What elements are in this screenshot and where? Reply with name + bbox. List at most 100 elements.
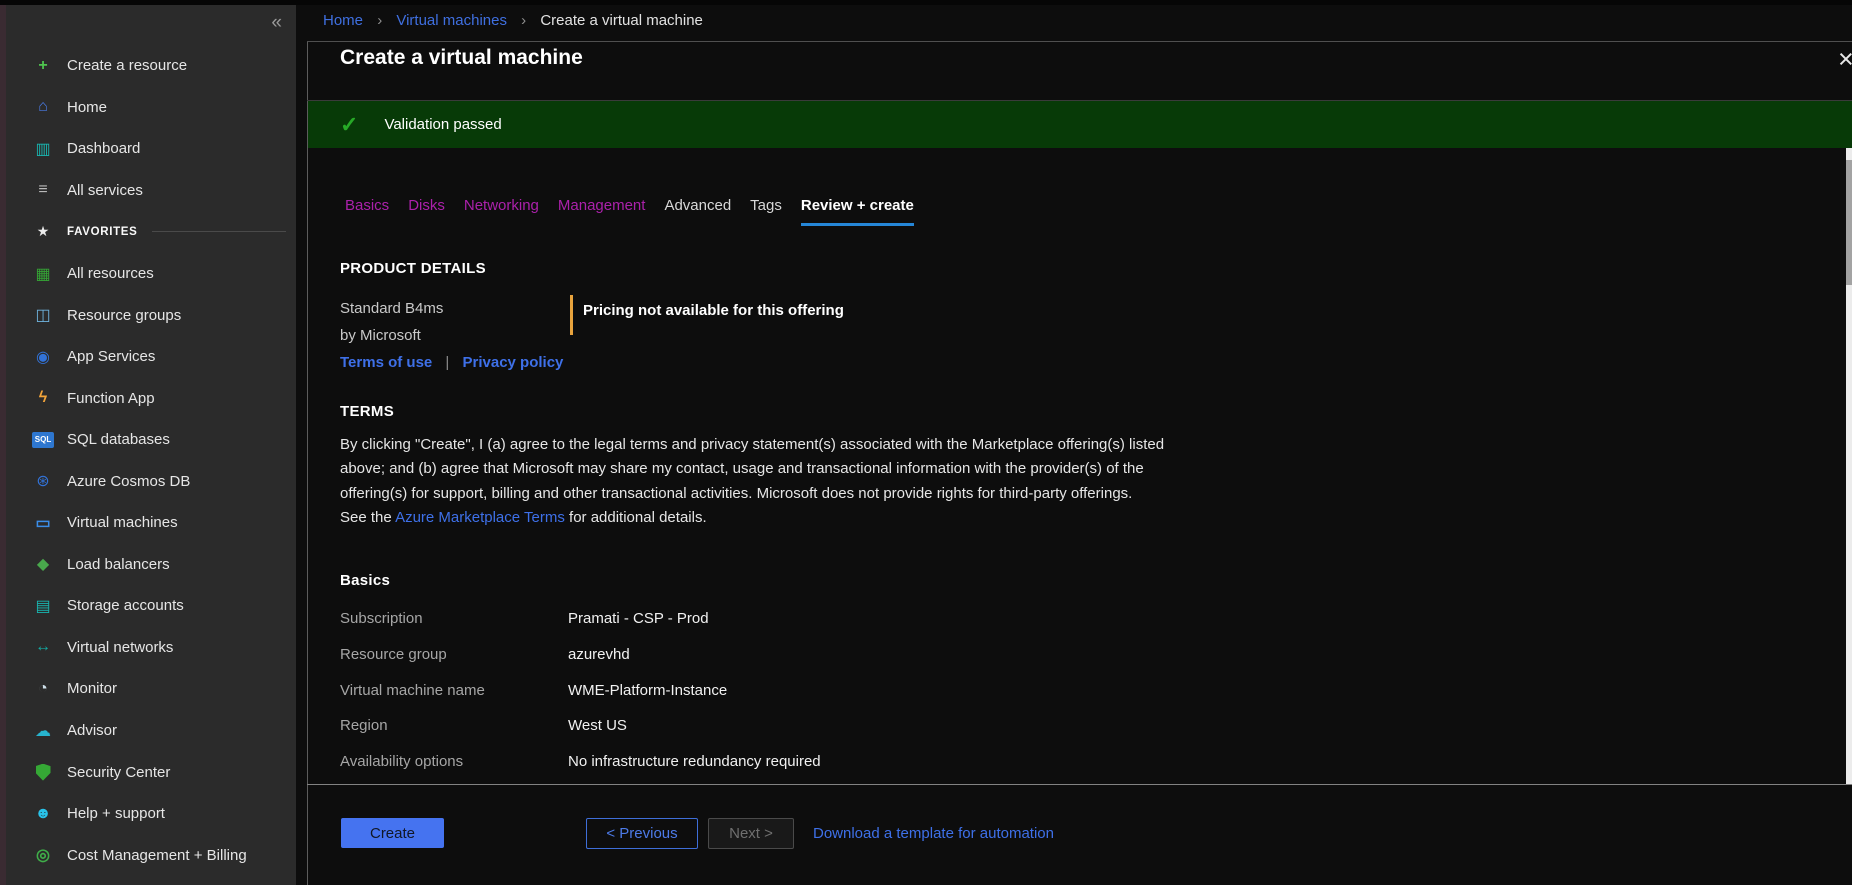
- sidebar-item-label: App Services: [67, 348, 155, 365]
- row-label: Availability options: [340, 753, 568, 770]
- tab-tags[interactable]: Tags: [750, 197, 782, 226]
- create-button[interactable]: Create: [341, 818, 444, 848]
- sidebar-item-label: Azure Cosmos DB: [67, 473, 190, 490]
- terms-of-use-link[interactable]: Terms of use: [340, 354, 432, 371]
- sidebar-item-dashboard[interactable]: ▥ Dashboard: [6, 128, 296, 170]
- tab-disks[interactable]: Disks: [408, 197, 445, 226]
- product-name: Standard B4ms: [340, 300, 443, 317]
- sidebar-item-label: Resource groups: [67, 307, 181, 324]
- sidebar-item-virtual-machines[interactable]: ▭ Virtual machines: [6, 502, 296, 544]
- row-value: No infrastructure redundancy required: [568, 753, 821, 770]
- cloud-icon: ☁: [32, 721, 54, 741]
- diamond-icon: ◆: [32, 554, 54, 574]
- pricing-accent-bar: [570, 295, 573, 335]
- sidebar-item-help-support[interactable]: ☻ Help + support: [6, 793, 296, 835]
- privacy-policy-link[interactable]: Privacy policy: [463, 354, 564, 371]
- basics-heading: Basics: [340, 572, 390, 589]
- tab-advanced[interactable]: Advanced: [664, 197, 731, 226]
- row-label: Region: [340, 717, 568, 734]
- table-row: Availability options No infrastructure r…: [340, 744, 1290, 780]
- row-label: Resource group: [340, 646, 568, 663]
- terms-line: offering(s) for support, billing and oth…: [340, 482, 1440, 506]
- row-value: WME-Platform-Instance: [568, 682, 727, 699]
- tab-basics[interactable]: Basics: [345, 197, 389, 226]
- row-value: azurevhd: [568, 646, 630, 663]
- row-value: Pramati - CSP - Prod: [568, 610, 709, 627]
- sidebar-item-label: All services: [67, 182, 143, 199]
- sidebar-item-app-services[interactable]: ◉ App Services: [6, 336, 296, 378]
- home-icon: ⌂: [32, 98, 54, 116]
- sidebar-item-cost-management-billing[interactable]: ◎ Cost Management + Billing: [6, 834, 296, 876]
- favorites-label: FAVORITES: [67, 226, 138, 238]
- row-value: West US: [568, 717, 627, 734]
- gauge-icon: ◔: [32, 680, 54, 698]
- breadcrumb-virtual-machines-link[interactable]: Virtual machines: [396, 12, 507, 29]
- network-icon: ↔: [32, 638, 54, 656]
- table-row: Subscription Pramati - CSP - Prod: [340, 601, 1290, 637]
- sidebar-item-label: Monitor: [67, 680, 117, 697]
- sidebar-item-virtual-networks[interactable]: ↔ Virtual networks: [6, 627, 296, 669]
- chevron-right-icon: ›: [521, 12, 526, 29]
- sidebar-item-azure-cosmos-db[interactable]: ⊛ Azure Cosmos DB: [6, 460, 296, 502]
- dollar-ring-icon: ◎: [32, 845, 54, 865]
- breadcrumb: Home › Virtual machines › Create a virtu…: [323, 12, 703, 29]
- scrollbar-thumb[interactable]: [1846, 160, 1852, 285]
- sidebar-item-monitor[interactable]: ◔ Monitor: [6, 668, 296, 710]
- sidebar-item-label: Function App: [67, 390, 155, 407]
- sidebar-item-all-resources[interactable]: ▦ All resources: [6, 253, 296, 295]
- download-template-link[interactable]: Download a template for automation: [813, 825, 1054, 842]
- sidebar-item-create-a-resource[interactable]: + Create a resource: [6, 45, 296, 87]
- shield-icon: [36, 764, 51, 781]
- sidebar-item-label: Home: [67, 99, 107, 116]
- grid-icon: ▦: [32, 264, 54, 284]
- divider: [307, 41, 1852, 42]
- tab-management[interactable]: Management: [558, 197, 646, 226]
- pricing-note: Pricing not available for this offering: [583, 302, 844, 319]
- sidebar-item-label: Advisor: [67, 722, 117, 739]
- table-row: Resource group azurevhd: [340, 637, 1290, 673]
- sidebar-item-home[interactable]: ⌂ Home: [6, 87, 296, 129]
- chevron-right-icon: ›: [377, 12, 382, 29]
- sidebar-item-sql-databases[interactable]: SQL SQL databases: [6, 419, 296, 461]
- product-links: Terms of use | Privacy policy: [340, 354, 563, 371]
- basics-summary: Subscription Pramati - CSP - Prod Resour…: [340, 601, 1290, 779]
- product-details-heading: PRODUCT DETAILS: [340, 260, 486, 277]
- sidebar-item-security-center[interactable]: Security Center: [6, 751, 296, 793]
- wizard-tabs: Basics Disks Networking Management Advan…: [345, 197, 914, 226]
- close-icon[interactable]: ×: [1838, 44, 1852, 75]
- sidebar-item-function-app[interactable]: ϟ Function App: [6, 377, 296, 419]
- sidebar-item-load-balancers[interactable]: ◆ Load balancers: [6, 544, 296, 586]
- azure-marketplace-terms-link[interactable]: Azure Marketplace Terms: [395, 509, 565, 526]
- sidebar-item-label: SQL databases: [67, 431, 170, 448]
- top-strip: [0, 0, 1852, 5]
- terms-heading: TERMS: [340, 403, 394, 420]
- sidebar-item-resource-groups[interactable]: ◫ Resource groups: [6, 294, 296, 336]
- sidebar-item-label: Security Center: [67, 764, 170, 781]
- terms-line: By clicking "Create", I (a) agree to the…: [340, 433, 1440, 457]
- favorites-header: ★ FAVORITES: [6, 211, 296, 253]
- divider: [152, 231, 286, 232]
- terms-line: above; and (b) agree that Microsoft may …: [340, 457, 1440, 481]
- collapse-sidebar-icon[interactable]: «: [271, 12, 282, 34]
- plus-icon: +: [32, 57, 54, 75]
- tab-networking[interactable]: Networking: [464, 197, 539, 226]
- validation-banner: ✓ Validation passed: [308, 101, 1852, 148]
- sidebar-item-label: Help + support: [67, 805, 165, 822]
- row-label: Virtual machine name: [340, 682, 568, 699]
- panel-left-border: [307, 42, 308, 885]
- next-button[interactable]: Next >: [708, 818, 794, 849]
- terms-line-prefix: See the: [340, 509, 395, 526]
- row-label: Subscription: [340, 610, 568, 627]
- terms-paragraph: By clicking "Create", I (a) agree to the…: [340, 433, 1440, 530]
- tab-review-create[interactable]: Review + create: [801, 197, 914, 226]
- scrollbar-track[interactable]: [1846, 148, 1852, 784]
- sidebar-item-storage-accounts[interactable]: ▤ Storage accounts: [6, 585, 296, 627]
- previous-button[interactable]: < Previous: [586, 818, 698, 849]
- sidebar-item-advisor[interactable]: ☁ Advisor: [6, 710, 296, 752]
- sidebar-item-all-services[interactable]: ≡ All services: [6, 170, 296, 212]
- table-row: Virtual machine name WME-Platform-Instan…: [340, 672, 1290, 708]
- sidebar-item-label: Virtual networks: [67, 639, 173, 656]
- product-publisher: by Microsoft: [340, 327, 421, 344]
- breadcrumb-home-link[interactable]: Home: [323, 12, 363, 29]
- page-title: Create a virtual machine: [340, 46, 583, 70]
